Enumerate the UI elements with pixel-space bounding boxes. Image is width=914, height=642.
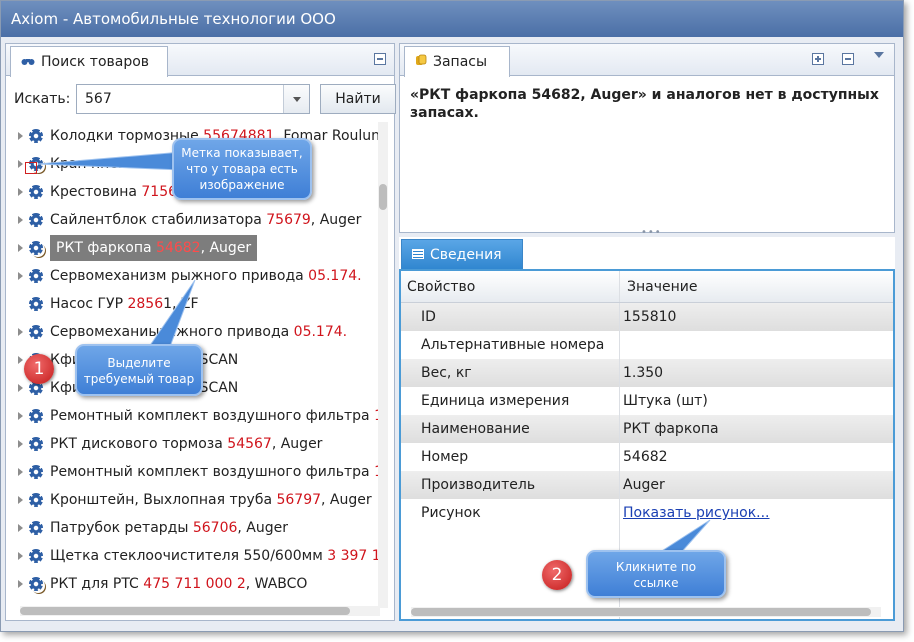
step-1-badge: 1 <box>24 354 54 384</box>
callout-pointers <box>37 151 711 566</box>
step-2-badge: 2 <box>542 560 572 590</box>
callout-image-marker: Метка показывает, что у товара есть изоб… <box>172 138 312 200</box>
callout-click-link: Кликните по ссылке <box>586 550 726 598</box>
callout-select-item: Выделите требуемый товар <box>75 344 203 396</box>
